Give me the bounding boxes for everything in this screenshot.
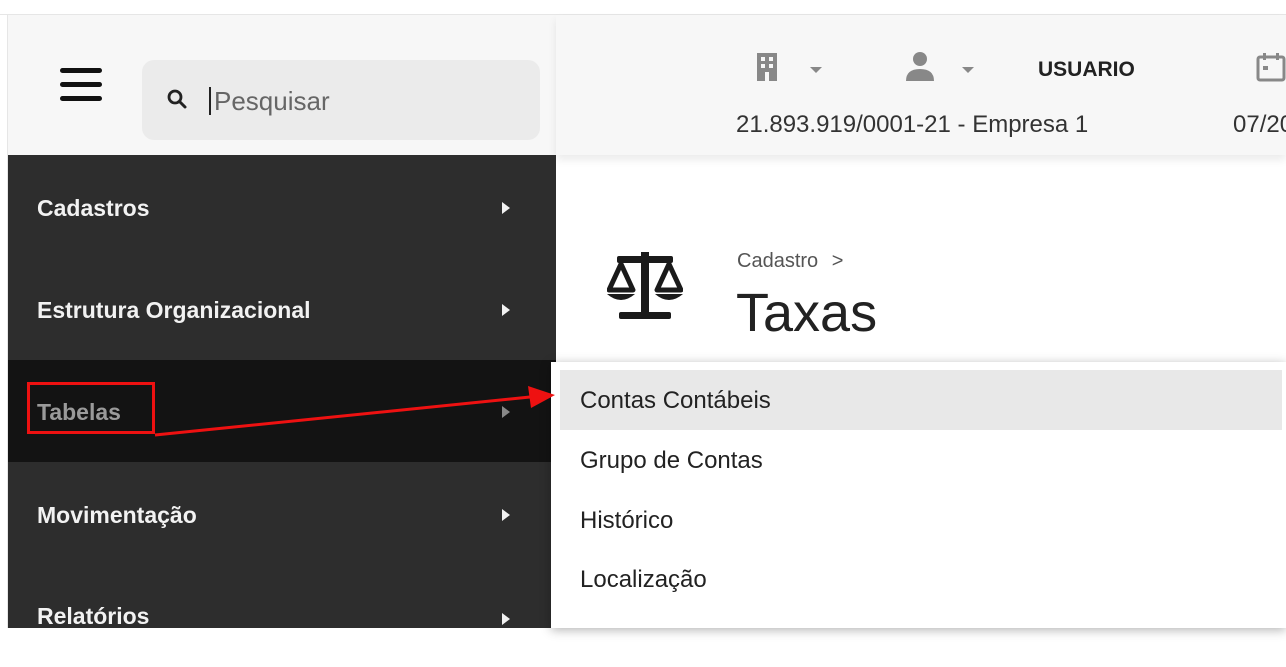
sidebar-item-label: Cadastros — [37, 195, 150, 221]
building-icon[interactable] — [755, 51, 779, 81]
submenu-item-grupo-de-contas[interactable]: Grupo de Contas — [560, 430, 1282, 490]
annotation-highlight-box — [27, 382, 155, 434]
caret-right-icon — [502, 406, 510, 418]
submenu-item-localizacao[interactable]: Localização — [560, 549, 1282, 609]
sidebar-item-label: Estrutura Organizacional — [37, 297, 311, 323]
menu-icon[interactable] — [60, 68, 102, 102]
search-box[interactable] — [142, 60, 540, 140]
sidebar-item-estrutura-organizacional[interactable]: Estrutura Organizacional — [8, 257, 556, 359]
user-name[interactable]: USUARIO — [1038, 58, 1135, 82]
sidebar-item-label: Movimentação — [37, 502, 197, 528]
breadcrumb-link[interactable]: Cadastro — [737, 250, 818, 272]
caret-right-icon — [502, 304, 510, 316]
submenu-item-label: Grupo de Contas — [580, 447, 763, 474]
scale-icon — [607, 252, 683, 319]
submenu-item-label: Localização — [580, 566, 707, 593]
breadcrumb: Cadastro > — [737, 250, 843, 273]
date-label[interactable]: 07/20 — [1233, 111, 1286, 139]
submenu-tabelas: Contas Contábeis Grupo de Contas Históri… — [551, 362, 1286, 628]
submenu-item-contas-contabeis[interactable]: Contas Contábeis — [560, 370, 1282, 430]
sidebar-header — [8, 15, 556, 155]
submenu-item-label: Contas Contábeis — [580, 387, 771, 414]
text-cursor — [209, 87, 211, 115]
sidebar-item-cadastros[interactable]: Cadastros — [8, 155, 556, 257]
page-title: Taxas — [736, 283, 878, 343]
sidebar-item-relatorios[interactable]: Relatórios — [8, 565, 556, 667]
breadcrumb-separator: > — [831, 250, 844, 272]
chevron-down-icon[interactable] — [810, 67, 822, 73]
calendar-icon[interactable] — [1256, 52, 1286, 82]
top-header: USUARIO 21.893.919/0001-21 - Empresa 1 0… — [556, 15, 1286, 155]
submenu-item-historico[interactable]: Histórico — [560, 490, 1282, 550]
submenu-item-label: Histórico — [580, 507, 674, 534]
sidebar-item-label: Relatórios — [37, 603, 150, 629]
user-icon[interactable] — [904, 51, 936, 81]
search-icon — [167, 89, 187, 109]
company-selector[interactable]: 21.893.919/0001-21 - Empresa 1 — [736, 111, 1088, 139]
search-input[interactable] — [212, 80, 516, 122]
caret-right-icon — [502, 509, 510, 521]
sidebar-item-movimentacao[interactable]: Movimentação — [8, 462, 556, 564]
caret-right-icon — [502, 613, 510, 625]
caret-right-icon — [502, 202, 510, 214]
chevron-down-icon[interactable] — [962, 67, 974, 73]
